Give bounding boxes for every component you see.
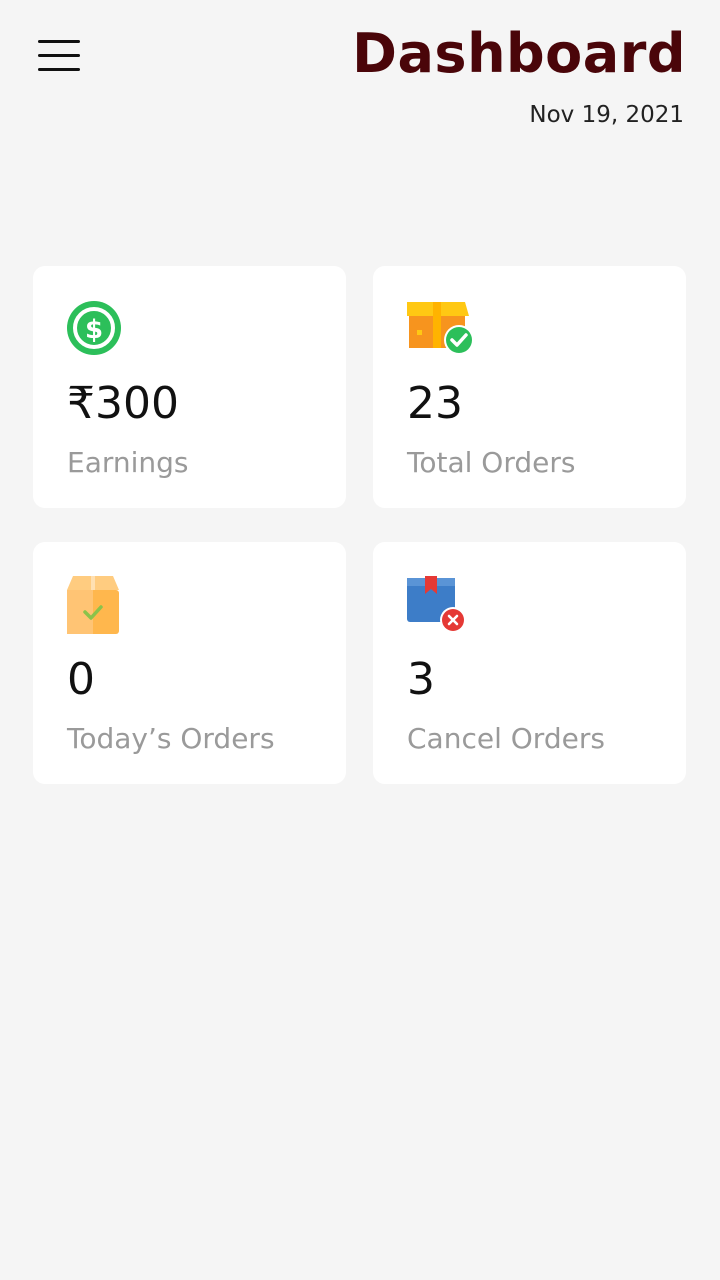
- total-orders-label: Total Orders: [407, 446, 576, 479]
- todays-orders-card[interactable]: 0 Today’s Orders: [33, 542, 346, 784]
- earnings-value: ₹300: [67, 378, 179, 429]
- total-orders-value: 23: [407, 378, 463, 429]
- cancel-orders-card[interactable]: 3 Cancel Orders: [373, 542, 686, 784]
- hamburger-menu-icon: [38, 40, 80, 43]
- package-check-icon: [67, 576, 137, 640]
- total-orders-card[interactable]: 23 Total Orders: [373, 266, 686, 508]
- todays-orders-label: Today’s Orders: [67, 722, 275, 755]
- earnings-card[interactable]: $ ₹300 Earnings: [33, 266, 346, 508]
- svg-text:$: $: [85, 315, 103, 345]
- menu-button[interactable]: [34, 34, 84, 78]
- box-cancel-icon: [407, 576, 477, 640]
- earnings-label: Earnings: [67, 446, 189, 479]
- box-check-icon: [405, 300, 477, 364]
- cancel-orders-label: Cancel Orders: [407, 722, 605, 755]
- page-title: Dashboard: [352, 22, 686, 85]
- cancel-orders-value: 3: [407, 654, 435, 705]
- date-label: Nov 19, 2021: [529, 102, 684, 128]
- stats-grid: $ ₹300 Earnings 23 Total Orders 0 Today’…: [33, 266, 686, 784]
- todays-orders-value: 0: [67, 654, 95, 705]
- dollar-coin-icon: $: [67, 300, 137, 364]
